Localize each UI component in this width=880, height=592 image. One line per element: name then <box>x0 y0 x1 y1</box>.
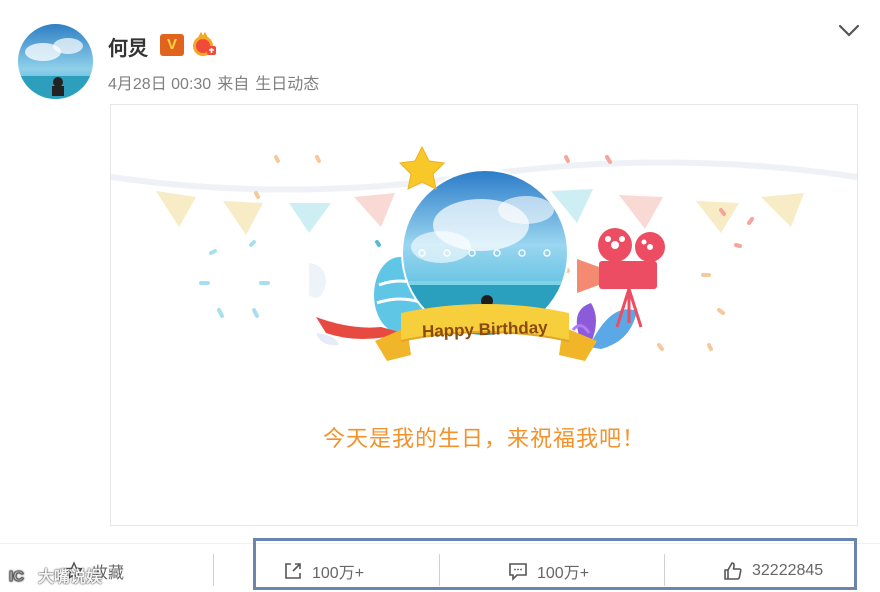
birthday-card[interactable]: Happy Birthday 今天是我的生日，来祝福我吧！ <box>110 104 858 526</box>
birthday-message: 今天是我的生日，来祝福我吧！ <box>322 426 645 451</box>
watermark-text: 大嘴说娱 <box>38 569 103 586</box>
avatar[interactable] <box>18 24 93 99</box>
happy-birthday-text: Happy Birthday <box>422 318 549 341</box>
birthday-illustration <box>111 145 857 361</box>
author-name[interactable]: 何炅 <box>108 32 148 61</box>
chevron-down-icon[interactable] <box>836 20 862 42</box>
member-badge-icon <box>191 31 217 58</box>
watermark-logo-icon: IC <box>9 566 37 585</box>
action-divider <box>213 554 214 586</box>
post-source-prefix: 来自 <box>217 76 250 93</box>
post-timestamp[interactable]: 4月28日 00:30 <box>108 76 211 93</box>
verified-badge-letter: V <box>166 36 177 53</box>
highlight-box <box>253 538 857 590</box>
verified-badge-icon: V <box>160 34 184 56</box>
post-meta: 4月28日 00:30 来自 生日动态 <box>108 70 325 94</box>
svg-text:IC: IC <box>9 568 24 585</box>
watermark: IC 大嘴说娱 <box>8 563 102 587</box>
post-source[interactable]: 生日动态 <box>255 76 319 93</box>
